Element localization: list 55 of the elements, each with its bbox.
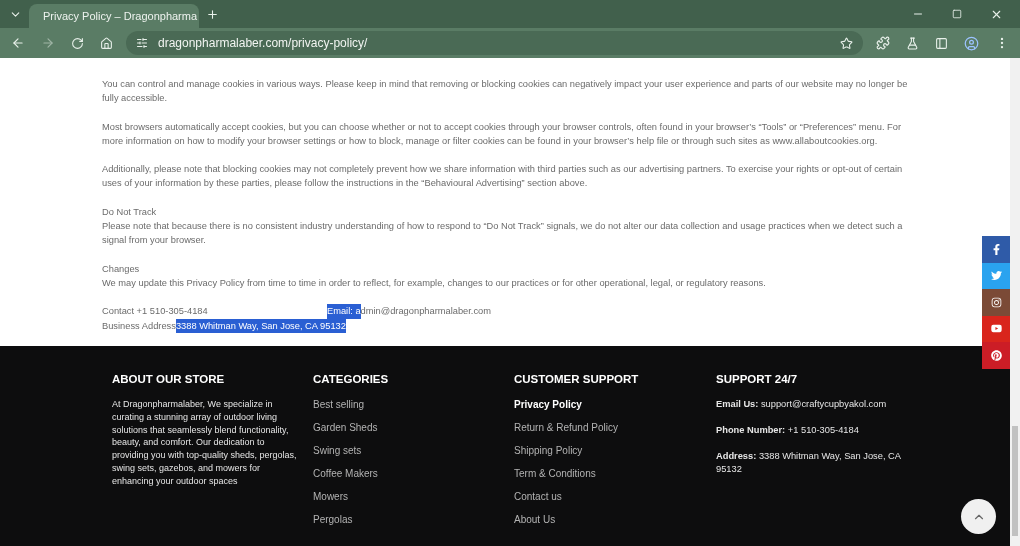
policy-paragraph: We may update this Privacy Policy from time to time in order to reflect, for example, changes to our practices or for other operational, legal, or regulatory reasons. bbox=[102, 276, 767, 290]
category-link[interactable]: Pergolas bbox=[313, 513, 353, 526]
youtube-icon bbox=[990, 323, 1002, 335]
support-info: Address: 3388 Whitman Way, San Jose, CA 95132 bbox=[716, 450, 901, 476]
category-link[interactable]: Swing sets bbox=[313, 444, 362, 457]
policy-paragraph: Please note that because there is no consistent industry understanding of how to respond to “Do Not Track” signals, we do not alter our data collection and usage practices when we detect such a signal from your browser. bbox=[102, 220, 904, 248]
category-link[interactable]: Garden Sheds bbox=[313, 421, 378, 434]
category-link[interactable]: Best selling bbox=[313, 398, 365, 411]
support-link[interactable]: Privacy Policy bbox=[514, 398, 582, 411]
plus-icon bbox=[206, 7, 219, 21]
maximize-icon bbox=[952, 9, 962, 19]
support-link[interactable]: Contact us bbox=[514, 490, 562, 503]
twitter-button[interactable] bbox=[982, 262, 1010, 289]
pinterest-button[interactable] bbox=[982, 342, 1010, 369]
policy-paragraph: Additionally, please note that blocking cookies may not completely prevent how we share information with third parties such as our advertising partners. To exercise your rights or opt-out of certain uses of your information by these parties, please follow the instructions in the “Behavioural Advertising” section above. bbox=[102, 163, 904, 191]
user-avatar-icon bbox=[964, 35, 979, 51]
youtube-button[interactable] bbox=[982, 315, 1010, 342]
support-link[interactable]: About Us bbox=[514, 513, 556, 526]
pinterest-icon bbox=[990, 349, 1002, 361]
category-link[interactable]: Coffee Makers bbox=[313, 467, 378, 480]
section-heading: Changes bbox=[102, 262, 141, 276]
address-text: Business Address bbox=[102, 319, 176, 333]
reload-icon bbox=[71, 36, 84, 50]
browser-tab[interactable]: Privacy Policy – Dragonpharma bbox=[29, 4, 199, 28]
scrollbar[interactable] bbox=[1010, 58, 1020, 546]
about-text: At Dragonpharmalaber, We specialize in curating a stunning array of outdoor living solutions that seamlessly blend functionality, beauty, and comfort. Our dedication to providing you with top-quality sheds, pergolas, swing sets, gazebos, and mowers for enhancing your outdoor spaces bbox=[112, 398, 298, 488]
home-icon bbox=[100, 36, 113, 50]
footer-heading: CUSTOMER SUPPORT bbox=[514, 373, 640, 385]
footer-heading: SUPPORT 24/7 bbox=[716, 373, 799, 385]
instagram-button[interactable] bbox=[982, 289, 1010, 316]
policy-paragraph: You can control and manage cookies in various ways. Please keep in mind that removing or blocking cookies can negatively impact your user experience and parts of our website may no longer be fully accessible. bbox=[102, 78, 909, 106]
support-info: Phone Number: +1 510-305-4184 bbox=[716, 424, 860, 437]
support-link[interactable]: Return & Refund Policy bbox=[514, 421, 618, 434]
scrollbar-thumb[interactable] bbox=[1012, 426, 1018, 536]
back-arrow-icon bbox=[11, 36, 25, 50]
footer-heading: CATEGORIES bbox=[313, 373, 390, 385]
flask-icon bbox=[906, 36, 919, 50]
facebook-button[interactable] bbox=[982, 236, 1010, 263]
category-link[interactable]: Mowers bbox=[313, 490, 348, 503]
section-heading: Do Not Track bbox=[102, 205, 158, 219]
puzzle-icon bbox=[876, 36, 890, 50]
side-panel-icon bbox=[935, 36, 948, 50]
contact-email-text: Email: a bbox=[327, 304, 361, 319]
footer-heading: ABOUT OUR STORE bbox=[112, 373, 226, 385]
twitter-icon bbox=[990, 270, 1002, 282]
contact-phone: Contact +1 510-305-4184 bbox=[102, 305, 209, 319]
support-link[interactable]: Term & Conditions bbox=[514, 467, 596, 480]
support-link[interactable]: Shipping Policy bbox=[514, 444, 583, 457]
address-bar[interactable]: dragonpharmalaber.com/privacy-policy/ bbox=[126, 31, 863, 55]
policy-paragraph: Most browsers automatically accept cookies, but you can choose whether or not to accept cookies through your browser controls, often found in your browser’s “Tools” or “Preferences” menu. For more information on how to modify your browser settings or how to block, manage or filter cookies can be found in your browser’s help file or through such sites as www.allaboutcookies.org. bbox=[102, 120, 903, 148]
forward-arrow-icon bbox=[41, 36, 55, 50]
bookmark-star-icon[interactable] bbox=[840, 36, 853, 50]
site-settings-icon[interactable] bbox=[136, 37, 148, 49]
support-info: Email Us: support@craftycupbyakol.com bbox=[716, 398, 888, 411]
instagram-icon bbox=[990, 296, 1002, 308]
